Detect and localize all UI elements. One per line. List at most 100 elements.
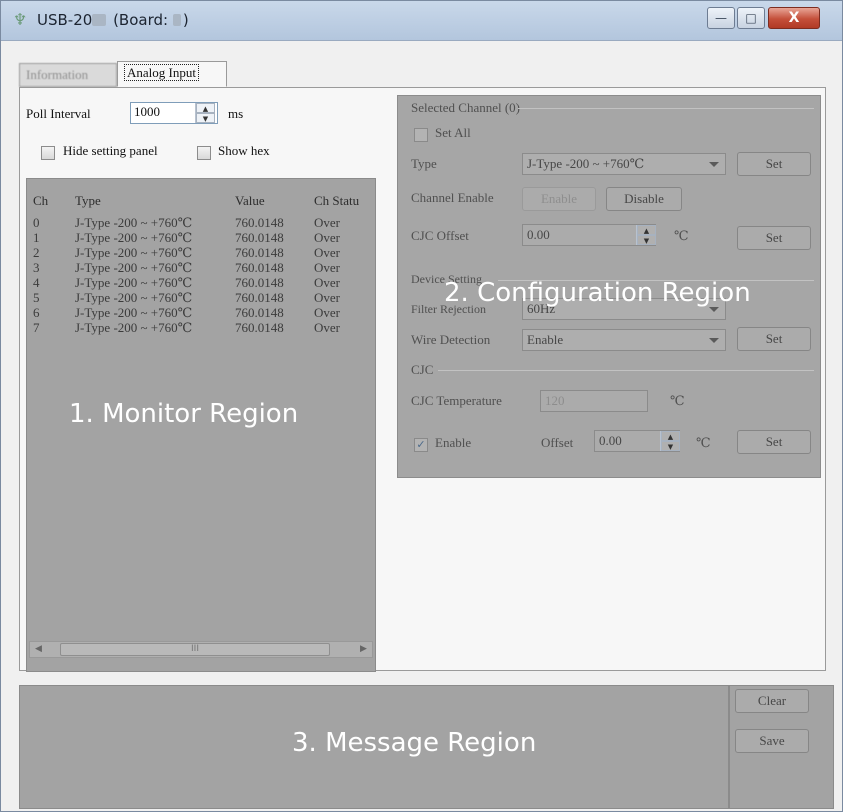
configuration-region: Selected Channel (0) Set All Type J-Type… (397, 95, 821, 478)
cjc-enable-label: Enable (435, 435, 472, 450)
cjc-set-button[interactable]: Set (737, 430, 811, 454)
offset-label: Offset (541, 435, 574, 450)
spin-down-icon[interactable]: ▼ (637, 235, 656, 245)
table-row[interactable]: 4 J-Type -200 ~ +760℃ 760.0148 Over (27, 275, 375, 290)
scroll-right-icon[interactable]: ▶ (355, 642, 372, 657)
cell-ch: 4 (33, 275, 40, 290)
wire-detection-set-button[interactable]: Set (737, 327, 811, 351)
table-row[interactable]: 7 J-Type -200 ~ +760℃ 760.0148 Over (27, 320, 375, 335)
cell-status: Over (314, 215, 340, 230)
show-hex-checkbox[interactable] (197, 146, 211, 160)
spin-up-icon[interactable]: ▲ (637, 225, 656, 235)
title-bar: ♆ USB-20 (Board: ) — □ X (1, 1, 842, 41)
title-close-paren: ) (182, 11, 189, 29)
save-button[interactable]: Save (735, 729, 809, 753)
tab-analog-input[interactable]: Analog Input (117, 61, 227, 87)
table-row[interactable]: 0 J-Type -200 ~ +760℃ 760.0148 Over (27, 215, 375, 230)
cell-value: 760.0148 (235, 320, 284, 335)
cell-type: J-Type -200 ~ +760℃ (75, 245, 193, 260)
cell-value: 760.0148 (235, 230, 284, 245)
poll-interval-spinner[interactable]: ▲ ▼ (195, 103, 215, 123)
maximize-button[interactable]: □ (737, 7, 765, 29)
offset-unit: ℃ (696, 435, 711, 450)
cjc-offset-set-button[interactable]: Set (737, 226, 811, 250)
wire-detection-select[interactable]: Enable (522, 329, 726, 351)
wire-detection-label: Wire Detection (411, 332, 491, 347)
col-type[interactable]: Type (75, 193, 101, 209)
configuration-region-label: 2. Configuration Region (444, 278, 751, 308)
table-row[interactable]: 3 J-Type -200 ~ +760℃ 760.0148 Over (27, 260, 375, 275)
cell-value: 760.0148 (235, 245, 284, 260)
col-value[interactable]: Value (235, 193, 265, 209)
spin-down-icon[interactable]: ▼ (196, 113, 215, 123)
poll-unit-label: ms (228, 106, 244, 121)
cell-type: J-Type -200 ~ +760℃ (75, 290, 193, 305)
table-row[interactable]: 1 J-Type -200 ~ +760℃ 760.0148 Over (27, 230, 375, 245)
disable-button[interactable]: Disable (606, 187, 682, 211)
clear-button[interactable]: Clear (735, 689, 809, 713)
cell-status: Over (314, 320, 340, 335)
col-ch[interactable]: Ch (33, 193, 48, 209)
group-divider (518, 108, 814, 109)
monitor-horizontal-scrollbar[interactable]: ◀ III ▶ (29, 641, 373, 658)
cell-status: Over (314, 245, 340, 260)
cell-type: J-Type -200 ~ +760℃ (75, 230, 193, 245)
table-row[interactable]: 2 J-Type -200 ~ +760℃ 760.0148 Over (27, 245, 375, 260)
cjc-temperature-unit: ℃ (670, 393, 685, 408)
cell-value: 760.0148 (235, 290, 284, 305)
cell-status: Over (314, 305, 340, 320)
cjc-offset-spinner[interactable]: ▲ ▼ (636, 225, 656, 245)
cell-ch: 0 (33, 215, 40, 230)
cell-ch: 3 (33, 260, 40, 275)
monitor-table-header: Ch Type Value Ch Statu (27, 193, 375, 213)
group-divider (438, 370, 814, 371)
message-region: 3. Message Region (19, 685, 729, 809)
chevron-down-icon (709, 162, 719, 167)
scroll-left-icon[interactable]: ◀ (30, 642, 47, 657)
close-button[interactable]: X (768, 7, 820, 29)
spin-up-icon[interactable]: ▲ (661, 431, 680, 441)
table-row[interactable]: 5 J-Type -200 ~ +760℃ 760.0148 Over (27, 290, 375, 305)
cell-value: 760.0148 (235, 305, 284, 320)
cell-status: Over (314, 260, 340, 275)
tab-analog-input-label: Analog Input (124, 64, 199, 81)
cjc-enable-checkbox[interactable]: ✓ (414, 438, 428, 452)
set-all-checkbox[interactable] (414, 128, 428, 142)
cell-type: J-Type -200 ~ +760℃ (75, 320, 193, 335)
cell-ch: 2 (33, 245, 40, 260)
wire-detection-value: Enable (527, 332, 564, 347)
cell-ch: 7 (33, 320, 40, 335)
type-select-value: J-Type -200 ~ +760℃ (527, 156, 645, 171)
hide-setting-panel-checkbox[interactable] (41, 146, 55, 160)
redacted-model-suffix (92, 14, 107, 26)
spin-down-icon[interactable]: ▼ (661, 441, 680, 451)
type-set-button[interactable]: Set (737, 152, 811, 176)
cell-status: Over (314, 230, 340, 245)
cjc-offset-unit: ℃ (674, 228, 689, 243)
tab-information[interactable]: Information (19, 63, 117, 87)
col-ch-status[interactable]: Ch Statu (314, 193, 359, 209)
table-row[interactable]: 6 J-Type -200 ~ +760℃ 760.0148 Over (27, 305, 375, 320)
minimize-button[interactable]: — (707, 7, 735, 29)
scroll-thumb[interactable]: III (60, 643, 330, 656)
cjc-offset-label: CJC Offset (411, 228, 469, 243)
enable-button[interactable]: Enable (522, 187, 596, 211)
type-select[interactable]: J-Type -200 ~ +760℃ (522, 153, 726, 175)
cjc-temperature-input[interactable]: 120 (540, 390, 648, 412)
poll-interval-label: Poll Interval (26, 106, 91, 121)
selected-channel-title: Selected Channel (0) (411, 100, 521, 115)
redacted-board-id (172, 14, 181, 26)
message-actions: Clear Save (729, 685, 834, 809)
cell-value: 760.0148 (235, 215, 284, 230)
cell-value: 760.0148 (235, 275, 284, 290)
cell-ch: 6 (33, 305, 40, 320)
cell-type: J-Type -200 ~ +760℃ (75, 275, 193, 290)
type-label: Type (411, 156, 437, 171)
spin-up-icon[interactable]: ▲ (196, 103, 215, 113)
offset-spinner[interactable]: ▲ ▼ (660, 431, 680, 451)
monitor-region-label: 1. Monitor Region (69, 399, 299, 429)
app-window: ♆ USB-20 (Board: ) — □ X Information Ana… (0, 0, 843, 812)
title-prefix: USB-20 (37, 11, 93, 29)
message-region-label: 3. Message Region (292, 728, 537, 758)
show-hex-label: Show hex (218, 143, 270, 158)
